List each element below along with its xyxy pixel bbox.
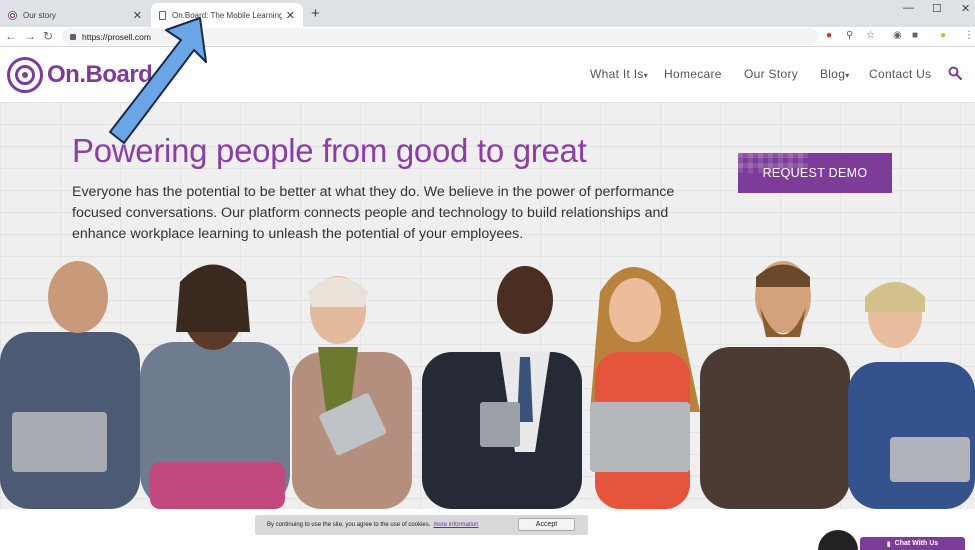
tab-title: On.Board: The Mobile Learning a xyxy=(172,10,282,20)
site-header: On.Board What It Is▾ Homecare Our Story … xyxy=(0,48,975,102)
chat-bubble-icon: ▮ xyxy=(886,540,891,548)
more-information-link[interactable]: more information xyxy=(433,522,478,528)
tab-onboard[interactable]: On.Board: The Mobile Learning a ✕ xyxy=(151,3,303,27)
person-3-figure xyxy=(292,276,412,509)
nav-contact-us[interactable]: Contact Us xyxy=(869,67,931,81)
site-logo[interactable]: On.Board xyxy=(7,57,153,93)
hero-title: Powering people from good to great xyxy=(72,132,587,169)
browser-toolbar: ← → ↻ https://prosell.com ● ⚲ ☆ ◉ ■ ● ⋮ xyxy=(0,27,975,47)
cookie-text: By continuing to use the site, you agree… xyxy=(267,522,431,528)
cookie-banner: By continuing to use the site, you agree… xyxy=(255,515,588,535)
accept-cookies-button[interactable]: Accept xyxy=(518,518,575,531)
nav-homecare[interactable]: Homecare xyxy=(664,67,722,81)
person-7-figure xyxy=(848,282,975,509)
team-photo xyxy=(0,261,975,509)
address-bar[interactable]: https://prosell.com xyxy=(62,28,818,45)
person-2-figure xyxy=(140,264,290,509)
chat-label: Chat With Us xyxy=(894,540,939,547)
nav-what-it-is[interactable]: What It Is▾ xyxy=(590,67,648,81)
target-logo-icon xyxy=(7,57,43,93)
forward-button[interactable]: → xyxy=(24,29,36,43)
close-tab-icon[interactable]: ✕ xyxy=(286,9,295,22)
nav-blog[interactable]: Blog▾ xyxy=(820,67,850,81)
close-tab-icon[interactable]: ✕ xyxy=(133,9,142,22)
request-demo-button[interactable]: REQUEST DEMO xyxy=(738,153,892,193)
back-button[interactable]: ← xyxy=(5,29,17,43)
reload-button[interactable]: ↻ xyxy=(43,29,53,43)
site-favicon-icon xyxy=(8,10,17,20)
nav-label: What It Is xyxy=(590,67,644,81)
close-window-button[interactable]: ✕ xyxy=(961,2,970,15)
maximize-button[interactable]: ☐ xyxy=(932,2,942,15)
person-5-figure xyxy=(590,267,700,509)
zoom-icon[interactable]: ⚲ xyxy=(846,30,853,41)
extension-icon[interactable]: ◉ xyxy=(893,30,902,41)
url-text: https://prosell.com xyxy=(82,31,151,42)
extension-shield-icon[interactable]: ■ xyxy=(912,30,918,41)
lock-icon xyxy=(70,33,76,40)
camera-blocked-icon[interactable]: ● xyxy=(826,30,832,41)
page-favicon-icon xyxy=(159,10,166,20)
person-4-figure xyxy=(422,266,582,509)
bookmark-star-icon[interactable]: ☆ xyxy=(866,30,875,41)
chevron-down-icon: ▾ xyxy=(845,71,850,80)
browser-tab-bar: Our story ✕ On.Board: The Mobile Learnin… xyxy=(0,0,975,27)
chevron-down-icon: ▾ xyxy=(643,71,649,80)
new-tab-button[interactable]: + xyxy=(311,5,320,22)
menu-icon[interactable]: ⋮ xyxy=(964,30,974,41)
person-1-figure xyxy=(0,261,140,509)
logo-text: On.Board xyxy=(47,61,153,88)
minimize-button[interactable]: — xyxy=(903,2,914,14)
nav-label: Blog xyxy=(820,67,846,81)
request-demo-label: REQUEST DEMO xyxy=(762,166,868,180)
tab-title: Our story xyxy=(23,10,56,20)
chat-with-us-button[interactable]: ▮ Chat With Us xyxy=(860,537,965,550)
person-6-figure xyxy=(700,261,850,509)
profile-avatar-icon[interactable]: ● xyxy=(940,30,946,41)
hero-section: Powering people from good to great Every… xyxy=(0,102,975,509)
tab-our-story[interactable]: Our story ✕ xyxy=(0,3,150,27)
search-icon[interactable] xyxy=(948,66,962,80)
hero-description: Everyone has the potential to be better … xyxy=(72,184,675,242)
nav-our-story[interactable]: Our Story xyxy=(744,67,798,81)
